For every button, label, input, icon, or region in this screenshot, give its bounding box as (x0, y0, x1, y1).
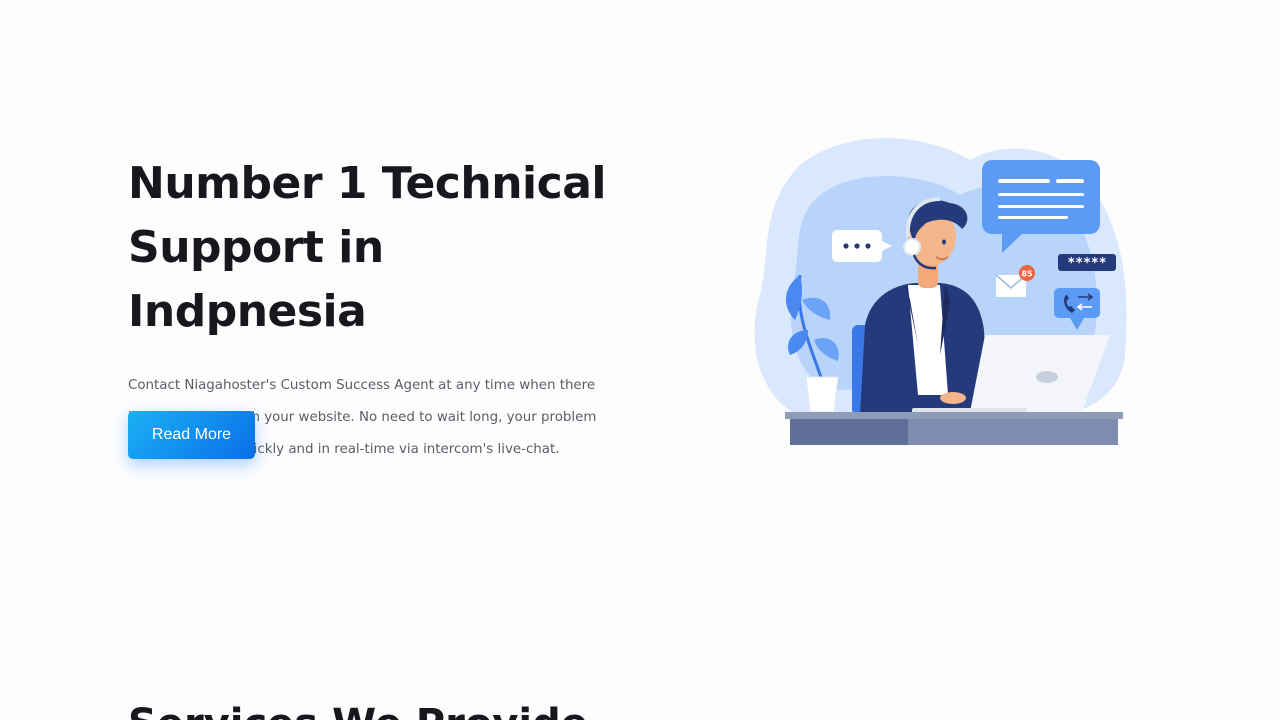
hero-title: Number 1 Technical Support in Indpnesia (128, 152, 608, 344)
page: Number 1 Technical Support in Indpnesia … (0, 0, 1280, 720)
support-agent-illustration: ***** 85 (754, 138, 1127, 445)
read-more-button[interactable]: Read More (128, 411, 255, 459)
desk (785, 412, 1123, 445)
envelope-badge-count: 85 (1021, 270, 1033, 279)
password-field-icon: ***** (1058, 254, 1116, 271)
hero-title-line-1: Number 1 Technical (128, 158, 606, 209)
hero-title-line-2: Support in Indpnesia (128, 222, 384, 337)
services-heading: Services We Provide (128, 696, 588, 720)
password-mask: ***** (1067, 256, 1106, 271)
